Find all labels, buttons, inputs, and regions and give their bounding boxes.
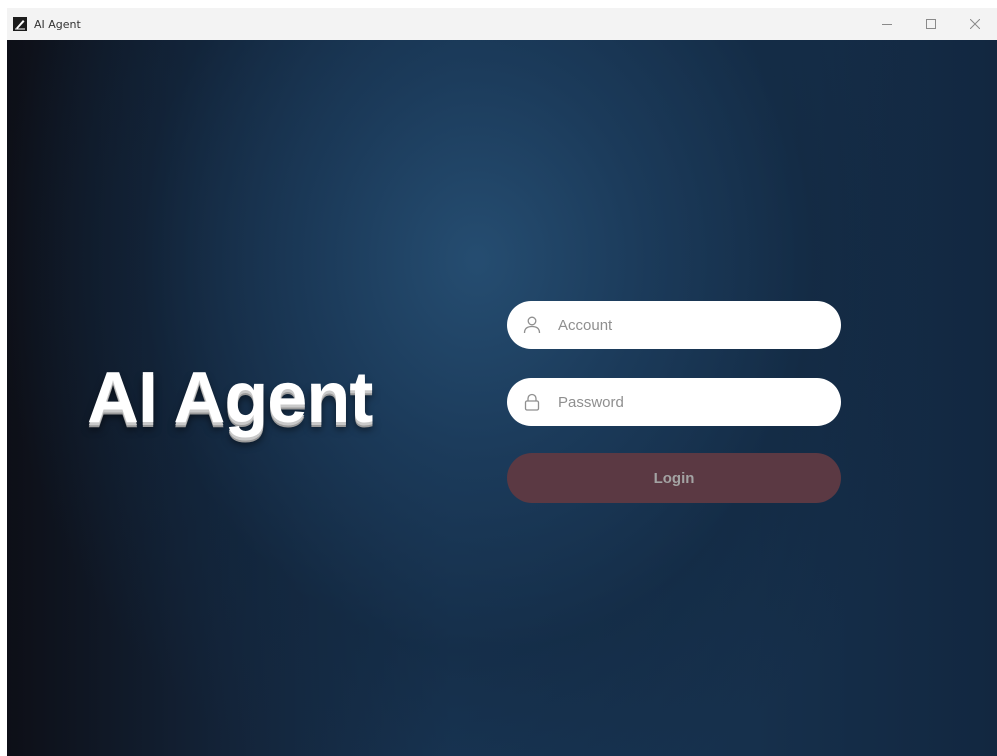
brand-title: AI Agent	[87, 358, 373, 438]
maximize-icon	[926, 19, 936, 29]
password-field[interactable]	[507, 378, 841, 426]
window-controls	[865, 8, 997, 40]
login-screen: AI Agent Login	[7, 40, 997, 756]
minimize-button[interactable]	[865, 8, 909, 40]
password-input[interactable]	[556, 381, 830, 423]
window-title: AI Agent	[34, 17, 81, 31]
minimize-icon	[882, 24, 892, 25]
login-button[interactable]: Login	[507, 453, 841, 503]
app-logo-icon	[13, 17, 27, 31]
maximize-button[interactable]	[909, 8, 953, 40]
user-icon	[522, 315, 542, 335]
close-button[interactable]	[953, 8, 997, 40]
title-bar[interactable]: AI Agent	[7, 8, 997, 40]
lock-icon	[522, 392, 542, 412]
account-field[interactable]	[507, 301, 841, 349]
app-window: AI Agent AI Agent Account Login	[0, 0, 997, 756]
close-icon	[970, 19, 980, 29]
account-input[interactable]	[556, 304, 830, 346]
